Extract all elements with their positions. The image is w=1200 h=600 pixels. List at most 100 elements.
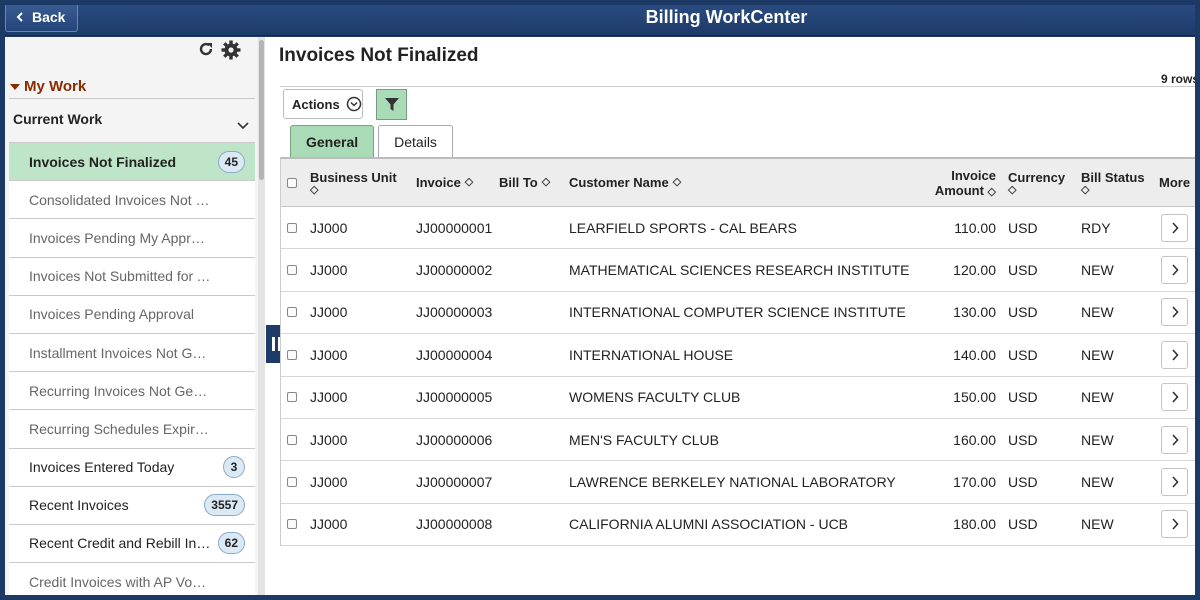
cell-bill-status: NEW <box>1081 304 1114 321</box>
page-title: Invoices Not Finalized <box>279 45 479 66</box>
row-more-button[interactable] <box>1161 383 1188 412</box>
sidebar-item[interactable]: Consolidated Invoices Not Finalized <box>9 181 255 220</box>
sort-icon: ◇ <box>1008 183 1017 196</box>
row-more-button[interactable] <box>1161 256 1188 285</box>
sidebar-item[interactable]: Recurring Schedules Expiring <box>9 410 255 449</box>
select-all-checkbox[interactable] <box>287 177 297 188</box>
table-row[interactable]: JJ000 JJ00000005 WOMENS FACULTY CLUB 150.00… <box>281 376 1195 419</box>
actions-label: Actions <box>292 96 340 112</box>
sort-icon: ◇ <box>1081 183 1090 196</box>
cell-invoice-amount: 140.00 <box>953 346 996 363</box>
sort-icon: ◇ <box>672 176 682 188</box>
sidebar-item[interactable]: Credit Invoices with AP Vouchers <box>9 563 255 596</box>
cell-bill-status: NEW <box>1081 389 1114 406</box>
cell-customer-name: LEARFIELD SPORTS - CAL BEARS <box>569 219 797 236</box>
cell-business-unit: JJ000 <box>310 304 348 321</box>
col-invoice[interactable]: Invoice ◇ <box>416 159 473 206</box>
row-more-button[interactable] <box>1161 340 1188 369</box>
sidebar-item[interactable]: Invoices Pending Approval <box>9 295 255 334</box>
sidebar-item-label: Invoices Entered Today <box>29 459 175 476</box>
cell-currency: USD <box>1008 262 1038 279</box>
row-more-button[interactable] <box>1161 425 1188 454</box>
cell-currency: USD <box>1008 516 1038 533</box>
cell-bill-status: NEW <box>1081 516 1114 533</box>
sidebar-item-label: Recurring Schedules Expiring <box>29 420 211 437</box>
actions-button[interactable]: Actions <box>283 89 363 119</box>
grid-tabs: General Details <box>290 125 453 157</box>
table-row[interactable]: JJ000 JJ00000007 LAWRENCE BERKELEY NATIONA… <box>281 461 1195 504</box>
table-row[interactable]: JJ000 JJ00000003 INTERNATIONAL COMPUTER SC… <box>281 291 1195 335</box>
table-row[interactable]: JJ000 JJ00000002 MATHEMATICAL SCIENCES RES… <box>281 249 1195 292</box>
cell-customer-name: CALIFORNIA ALUMNI ASSOCIATION - UCB <box>569 516 849 533</box>
cell-invoice-amount: 130.00 <box>953 304 996 321</box>
current-work-title: Current Work <box>13 110 103 127</box>
row-checkbox[interactable] <box>287 222 297 233</box>
my-work-title: My Work <box>24 78 87 95</box>
sidebar-item[interactable]: Recent Credit and Rebill Invoices 62 <box>9 524 255 564</box>
table-row[interactable]: JJ000 JJ00000006 MEN'S FACULTY CLUB 160.00 U… <box>281 418 1195 462</box>
current-work-group[interactable]: Current Work <box>9 99 255 143</box>
col-invoice-amount[interactable]: Invoice Amount ◇ <box>916 159 996 206</box>
tab-general[interactable]: General <box>290 125 375 157</box>
col-currency[interactable]: Currency ◇ <box>1008 159 1065 206</box>
sidebar-item[interactable]: Invoices Pending My Approval <box>9 219 255 258</box>
sidebar-list: Invoices Not Finalized 45 Consolidated Inv… <box>9 143 255 596</box>
sort-icon: ◇ <box>464 176 474 188</box>
row-checkbox[interactable] <box>287 519 297 530</box>
row-more-button[interactable] <box>1161 468 1188 497</box>
row-more-button[interactable] <box>1161 510 1188 539</box>
col-bill-to[interactable]: Bill To ◇ <box>499 159 550 206</box>
cell-currency: USD <box>1008 431 1038 448</box>
table-row[interactable]: JJ000 JJ00000001 LEARFIELD SPORTS - CAL BE… <box>281 207 1195 250</box>
tab-details[interactable]: Details <box>378 125 453 157</box>
back-button[interactable]: Back <box>5 2 78 32</box>
row-checkbox[interactable] <box>287 392 297 403</box>
back-label: Back <box>32 9 66 25</box>
col-business-unit[interactable]: Business Unit ◇ <box>310 159 397 206</box>
chevron-right-icon <box>1171 476 1179 488</box>
cell-business-unit: JJ000 <box>310 219 348 236</box>
cell-bill-status: NEW <box>1081 262 1114 279</box>
chevron-down-circle-icon <box>346 96 361 112</box>
col-bill-status[interactable]: Bill Status ◇ <box>1081 159 1145 206</box>
sidebar-item-label: Credit Invoices with AP Vouchers <box>29 573 211 590</box>
sidebar-item-label: Invoices Not Submitted for Approval <box>29 268 211 285</box>
sidebar-item[interactable]: Installment Invoices Not Generated <box>9 333 255 373</box>
sidebar-item[interactable]: Invoices Entered Today 3 <box>9 448 255 487</box>
filter-button[interactable] <box>376 89 407 120</box>
table-row[interactable]: JJ000 JJ00000008 CALIFORNIA ALUMNI ASSOCIA… <box>281 503 1195 547</box>
row-more-button[interactable] <box>1161 213 1188 242</box>
col-more: More <box>1159 175 1191 190</box>
gear-icon[interactable] <box>221 40 241 60</box>
refresh-icon[interactable] <box>197 40 215 60</box>
cell-currency: USD <box>1008 346 1038 363</box>
row-checkbox[interactable] <box>287 307 297 318</box>
cell-customer-name: MEN'S FACULTY CLUB <box>569 431 719 448</box>
sidebar: My Work Current Work Invoices Not Finali… <box>5 37 265 596</box>
sidebar-item[interactable]: Invoices Not Submitted for Approval <box>9 257 255 296</box>
sidebar-item-label: Installment Invoices Not Generated <box>29 344 211 361</box>
cell-bill-status: RDY <box>1081 219 1111 236</box>
sidebar-item[interactable]: Recent Invoices 3557 <box>9 486 255 525</box>
table-row[interactable]: JJ000 JJ00000004 INTERNATIONAL HOUSE 140.00… <box>281 334 1195 377</box>
row-more-button[interactable] <box>1161 298 1188 327</box>
cell-bill-status: NEW <box>1081 346 1114 363</box>
my-work-section[interactable]: My Work <box>9 75 255 99</box>
count-badge: 3557 <box>204 494 245 517</box>
cell-bill-status: NEW <box>1081 431 1114 448</box>
sidebar-scroll-thumb[interactable] <box>259 40 264 180</box>
row-checkbox[interactable] <box>287 349 297 360</box>
count-badge: 45 <box>217 150 245 173</box>
count-badge: 3 <box>223 456 245 479</box>
cell-currency: USD <box>1008 304 1038 321</box>
cell-bill-status: NEW <box>1081 474 1114 491</box>
col-customer-name[interactable]: Customer Name ◇ <box>569 159 681 206</box>
row-checkbox[interactable] <box>287 477 297 488</box>
row-checkbox[interactable] <box>287 265 297 276</box>
chevron-right-icon <box>1171 434 1179 446</box>
sidebar-item[interactable]: Recurring Invoices Not Generated <box>9 372 255 411</box>
sidebar-item[interactable]: Invoices Not Finalized 45 <box>9 143 255 182</box>
filter-icon <box>384 98 399 111</box>
sort-icon: ◇ <box>541 176 551 188</box>
row-checkbox[interactable] <box>287 434 297 445</box>
